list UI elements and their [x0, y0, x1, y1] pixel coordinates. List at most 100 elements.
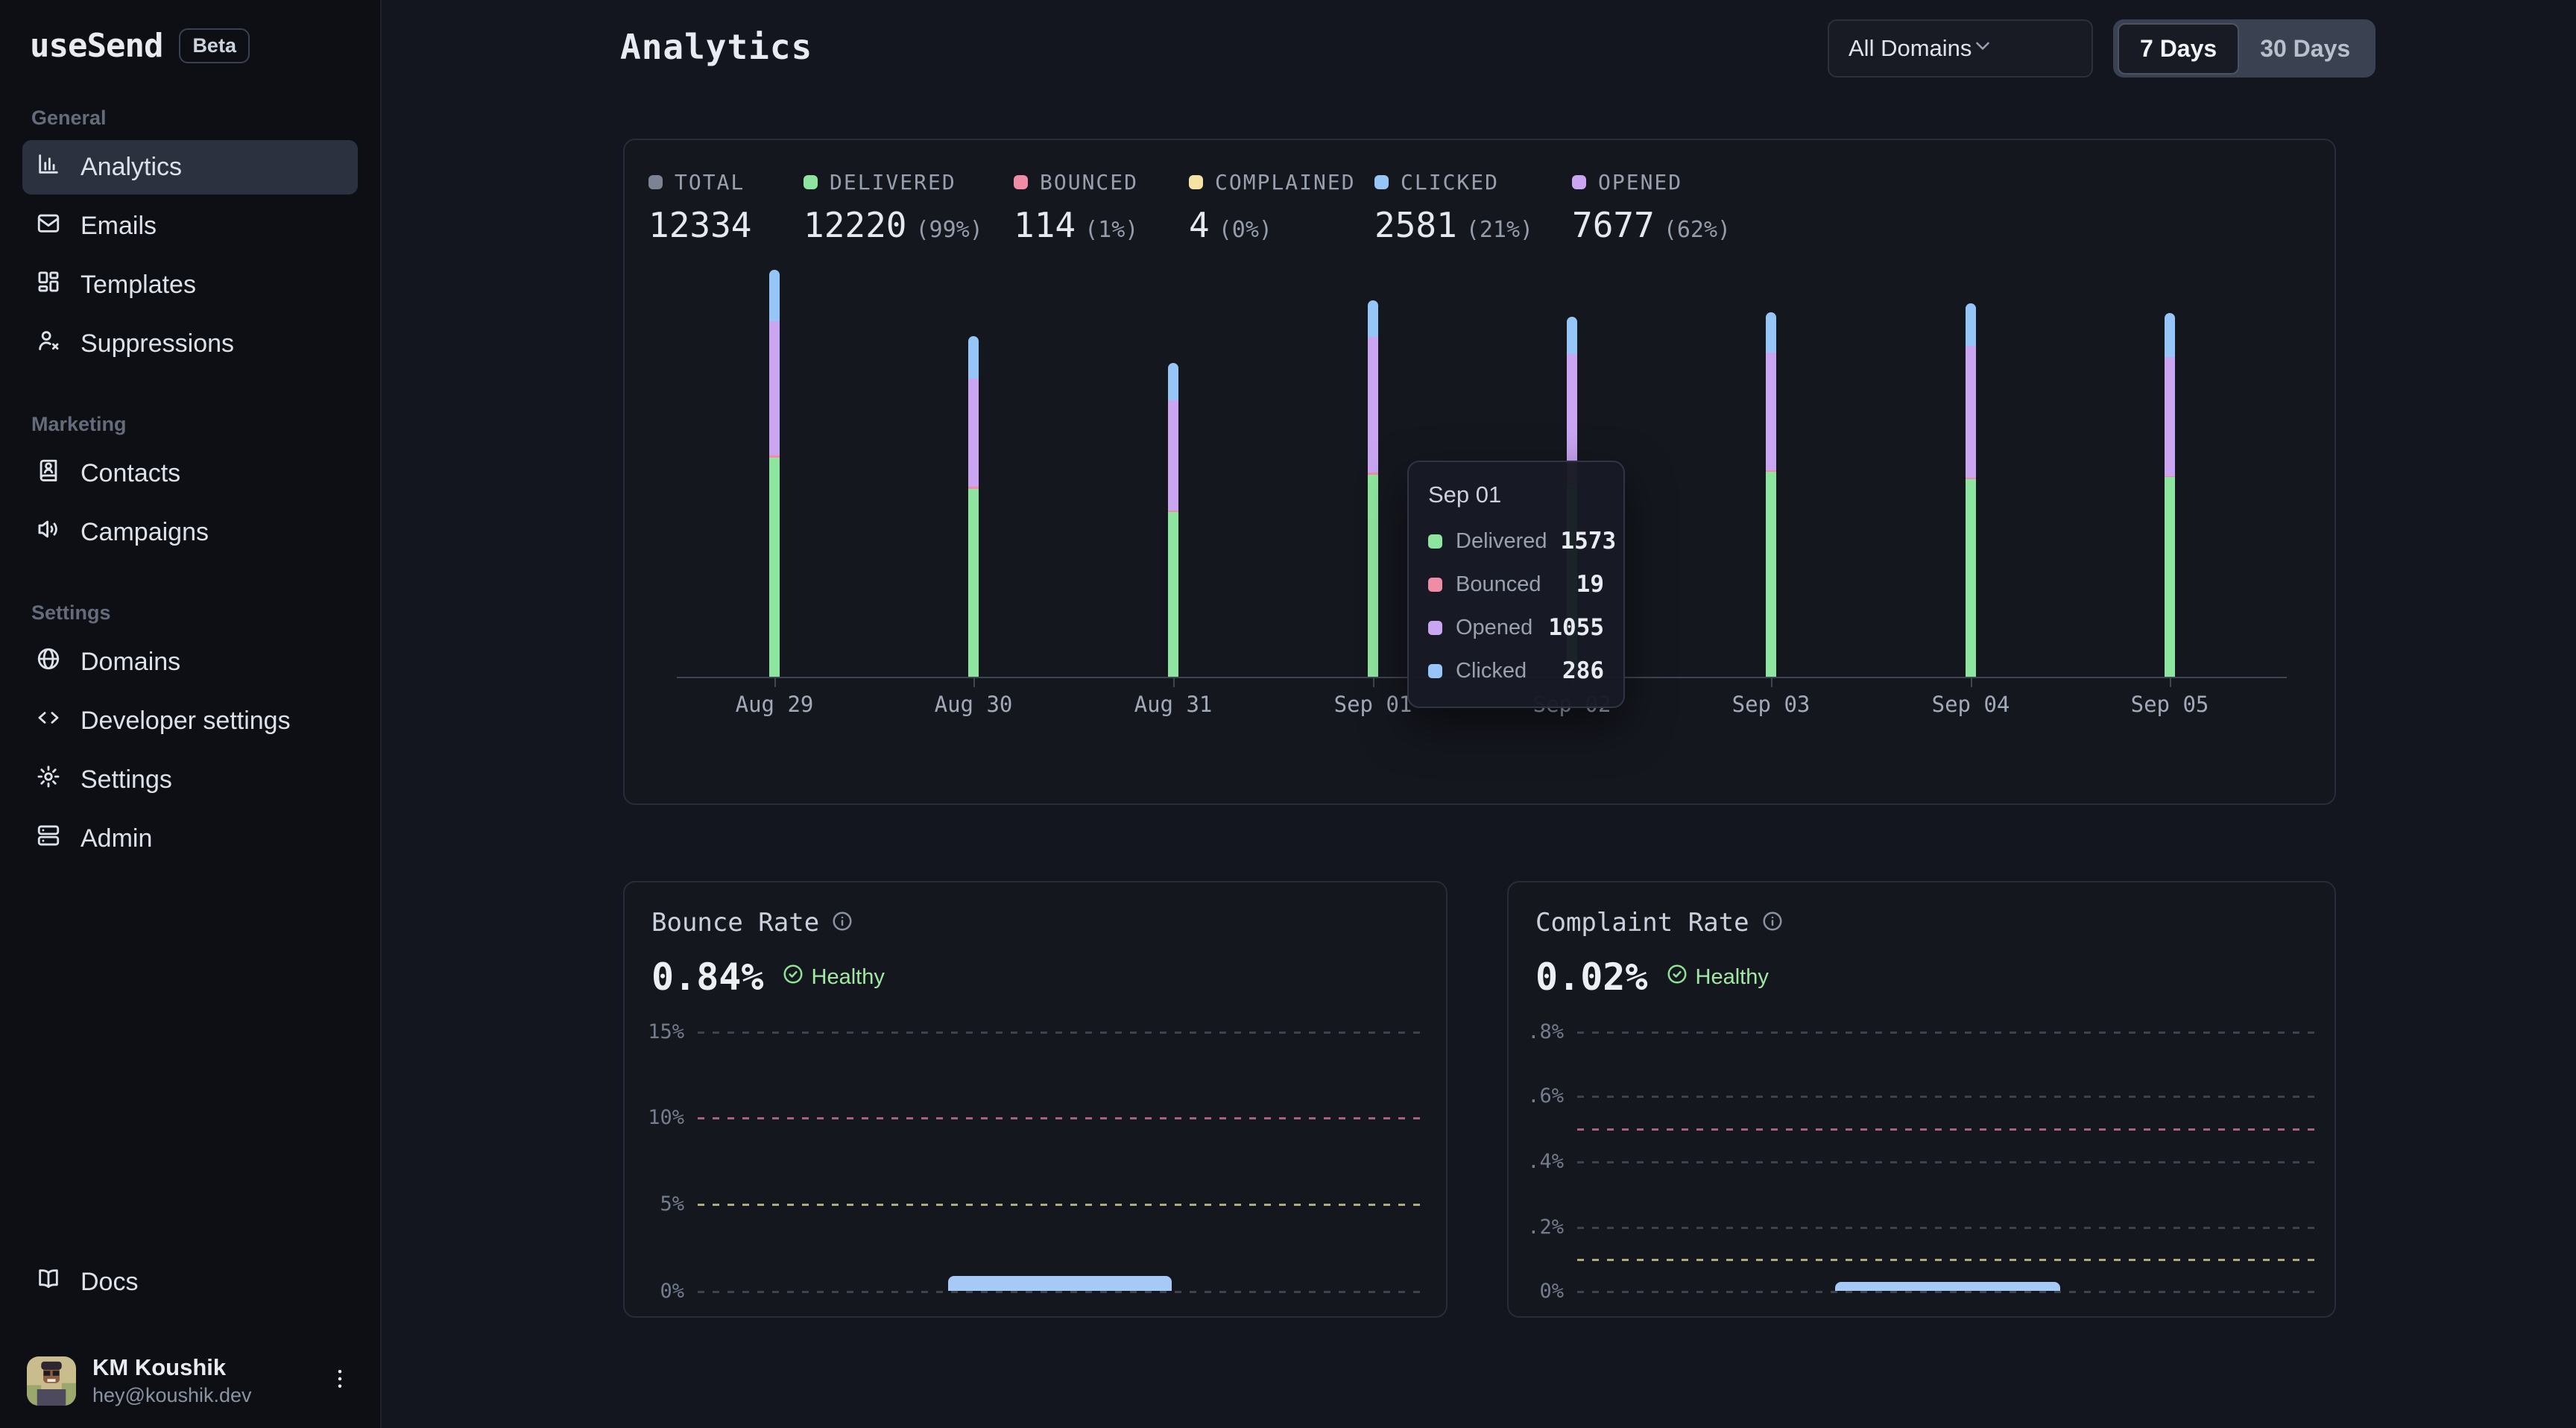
tooltip-value: 1055 — [1548, 614, 1604, 641]
grid-line — [698, 1031, 1427, 1034]
sidebar: useSend Beta GeneralAnalyticsEmailsTempl… — [0, 0, 382, 1428]
sidebar-item-emails[interactable]: Emails — [22, 199, 358, 253]
bar-sep-01[interactable] — [1368, 300, 1378, 677]
tooltip-swatch — [1428, 664, 1442, 678]
axis-label-aug-30: Aug 30 — [899, 692, 1048, 717]
domain-filter-select[interactable]: All Domains — [1828, 19, 2093, 78]
bar-aug-29[interactable] — [769, 270, 780, 677]
status-label: Healthy — [812, 965, 885, 990]
bar-sep-03[interactable] — [1766, 312, 1776, 677]
bar-aug-30[interactable] — [968, 336, 979, 677]
bounce-rate-card: Bounce Rate0.84%Healthy15%10%5%0% — [623, 881, 1448, 1318]
sidebar-nav: GeneralAnalyticsEmailsTemplatesSuppressi… — [22, 107, 358, 866]
stat-label: CLICKED — [1401, 170, 1499, 195]
sidebar-item-label: Contacts — [80, 459, 180, 488]
bar-segment-delivered — [1368, 475, 1378, 677]
axis-tick — [1971, 678, 1972, 687]
nav-section-label: Settings — [31, 601, 358, 625]
info-icon[interactable] — [831, 910, 853, 936]
book-user-icon — [36, 458, 61, 490]
bar-segment-delivered — [2165, 477, 2175, 677]
sidebar-item-domains[interactable]: Domains — [22, 635, 358, 689]
range-option-30-days[interactable]: 30 Days — [2239, 25, 2371, 73]
bar-segment-opened — [1368, 337, 1378, 473]
user-row[interactable]: KM Koushik hey@koushik.dev — [22, 1354, 358, 1407]
sidebar-item-analytics[interactable]: Analytics — [22, 140, 358, 195]
stat-total: TOTAL12334 — [648, 170, 751, 245]
axis-label-aug-31: Aug 31 — [1099, 692, 1248, 717]
stat-percent: (21%) — [1466, 217, 1533, 243]
axis-tick — [1771, 678, 1772, 687]
sidebar-item-label: Domains — [80, 648, 180, 677]
sidebar-item-label: Developer settings — [80, 707, 291, 736]
bar-sep-04[interactable] — [1966, 303, 1976, 677]
bar-segment-clicked — [1966, 303, 1976, 346]
app-logo: useSend Beta — [30, 27, 358, 65]
app-name: useSend — [30, 27, 162, 65]
stat-dot — [804, 175, 818, 189]
stat-label: TOTAL — [675, 170, 745, 195]
user-info: KM Koushik hey@koushik.dev — [92, 1354, 252, 1407]
sidebar-item-developer-settings[interactable]: Developer settings — [22, 694, 358, 748]
user-name: KM Koushik — [92, 1354, 252, 1381]
grid-line — [1577, 1259, 2315, 1261]
tooltip-row-clicked: Clicked 286 — [1428, 657, 1604, 684]
sidebar-item-docs[interactable]: Docs — [22, 1255, 358, 1309]
rate-bar[interactable] — [948, 1276, 1172, 1291]
tooltip-label: Bounced — [1456, 572, 1541, 597]
bar-segment-delivered — [1168, 512, 1178, 677]
tooltip-row-delivered: Delivered1573 — [1428, 528, 1604, 555]
check-circle-icon — [782, 963, 804, 991]
sidebar-item-settings[interactable]: Settings — [22, 753, 358, 807]
stat-bounced: BOUNCED114(1%) — [1014, 170, 1138, 245]
tick-label: 0% — [625, 1280, 684, 1303]
axis-tick — [973, 678, 975, 687]
tick-label: 0% — [1509, 1280, 1564, 1303]
bar-segment-opened — [1168, 400, 1178, 511]
stat-dot — [1572, 175, 1586, 189]
beta-badge: Beta — [179, 28, 250, 63]
stat-percent: (62%) — [1664, 217, 1731, 243]
rate-value-row: 0.02%Healthy — [1535, 955, 2334, 999]
tooltip-swatch — [1428, 621, 1442, 635]
tooltip-row-bounced: Bounced19 — [1428, 571, 1604, 598]
tooltip-label: Clicked — [1456, 659, 1527, 683]
stat-complained: COMPLAINED4(0%) — [1189, 170, 1356, 245]
book-open-icon — [36, 1266, 61, 1298]
status-badge: Healthy — [782, 963, 885, 991]
stat-label: OPENED — [1598, 170, 1682, 195]
axis-label-sep-05: Sep 05 — [2095, 692, 2244, 717]
stat-value: 2581 — [1374, 205, 1457, 245]
sidebar-item-templates[interactable]: Templates — [22, 258, 358, 312]
info-icon[interactable] — [1761, 910, 1784, 936]
gear-icon — [36, 764, 61, 796]
stat-percent: (0%) — [1219, 217, 1272, 243]
axis-tick — [2170, 678, 2171, 687]
tick-label: .4% — [1509, 1150, 1564, 1173]
bar-segment-opened — [1766, 353, 1776, 470]
bar-aug-31[interactable] — [1168, 363, 1178, 677]
tooltip-label: Opened — [1456, 616, 1532, 640]
sidebar-item-campaigns[interactable]: Campaigns — [22, 505, 358, 560]
grid-line — [698, 1291, 1427, 1293]
grid-line — [1577, 1096, 2315, 1098]
stat-percent: (99%) — [915, 217, 982, 243]
axis-label-aug-29: Aug 29 — [700, 692, 849, 717]
status-label: Healthy — [1696, 965, 1769, 990]
rate-bar[interactable] — [1835, 1282, 2060, 1291]
sidebar-item-contacts[interactable]: Contacts — [22, 446, 358, 501]
bar-segment-clicked — [1368, 300, 1378, 337]
stat-label: DELIVERED — [830, 170, 956, 195]
bar-sep-05[interactable] — [2165, 313, 2175, 677]
tooltip-value: 286 — [1562, 657, 1604, 684]
kebab-menu-icon[interactable] — [326, 1365, 353, 1396]
bar-segment-clicked — [769, 270, 780, 321]
tooltip-row-opened: Opened 1055 — [1428, 614, 1604, 641]
bar-segment-opened — [1966, 346, 1976, 478]
range-option-7-days[interactable]: 7 Days — [2118, 23, 2239, 75]
sidebar-item-suppressions[interactable]: Suppressions — [22, 317, 358, 371]
tooltip-label: Delivered — [1456, 529, 1547, 554]
tooltip-rows: Delivered1573 Bounced19 Opened 1055 Clicked 2… — [1428, 528, 1604, 684]
axis-label-sep-04: Sep 04 — [1896, 692, 2045, 717]
sidebar-item-admin[interactable]: Admin — [22, 812, 358, 866]
